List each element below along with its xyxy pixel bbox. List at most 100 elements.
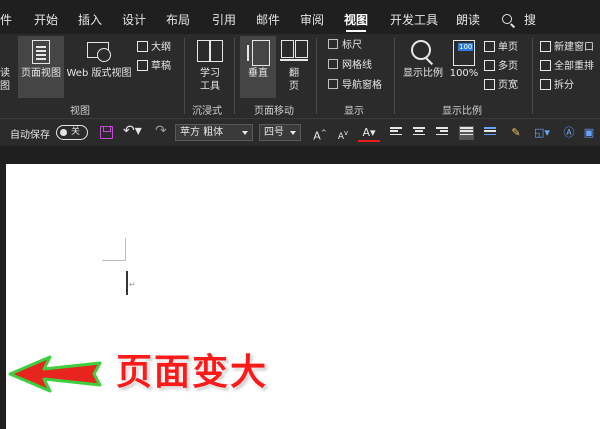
web-layout-icon	[87, 40, 111, 64]
tab-developer[interactable]: 开发工具	[390, 0, 438, 34]
justify-icon[interactable]	[459, 126, 474, 140]
learning-tools-button[interactable]: 学习 工具	[190, 36, 230, 98]
format-painter-icon[interactable]: ✎	[508, 124, 524, 142]
font-size-select[interactable]: 四号	[259, 124, 301, 141]
multiple-pages-button[interactable]: 多页	[484, 59, 518, 75]
zoom-100-icon: 100	[453, 40, 475, 66]
tab-insert[interactable]: 插入	[78, 0, 102, 34]
tab-references[interactable]: 引用	[212, 0, 236, 34]
outline-icon	[137, 41, 148, 52]
one-page-label: 单页	[498, 42, 518, 53]
outline-button[interactable]: 大纲	[137, 40, 171, 56]
align-center-icon[interactable]	[413, 127, 425, 138]
textbox-icon[interactable]: Ⓐ	[562, 124, 576, 142]
one-page-button[interactable]: 单页	[484, 40, 518, 56]
tab-home[interactable]: 开始	[34, 0, 58, 34]
page-view-icon	[32, 40, 50, 64]
page-margin-mark	[102, 260, 126, 261]
group-separator	[394, 38, 395, 114]
tab-view[interactable]: 视图	[344, 0, 368, 34]
checkbox-icon	[328, 59, 338, 69]
split-icon	[540, 79, 551, 90]
zoom-100-badge: 100	[458, 43, 474, 51]
checkbox-icon	[328, 39, 338, 49]
ribbon-tab-bar: 件 开始 插入 设计 布局 引用 邮件 审阅 视图 开发工具 朗读 搜索	[0, 0, 600, 67]
vertical-pages-icon	[247, 40, 270, 66]
shapes-icon[interactable]: ◱▾	[530, 124, 554, 142]
vertical-label: 垂直	[248, 68, 268, 79]
ribbon-view: 读 图 页面视图 Web 版式视图 大纲 草稿 视图 学习 工具 沉浸式 垂直 …	[0, 34, 600, 118]
tab-review[interactable]: 审阅	[300, 0, 324, 34]
annotation-arrow-shape	[8, 355, 102, 393]
tab-mailings[interactable]: 邮件	[256, 0, 280, 34]
side-to-side-button[interactable]: 翻 页	[278, 36, 310, 98]
text-cursor	[126, 271, 128, 295]
learning-tools-label-1: 学习	[200, 68, 220, 79]
shrink-font-icon[interactable]: Av	[334, 124, 352, 142]
arrange-all-button[interactable]: 全部重排	[540, 59, 594, 75]
side-to-side-label-1: 翻	[289, 68, 299, 79]
learning-tools-label-2: 工具	[200, 81, 220, 92]
vertical-button[interactable]: 垂直	[240, 36, 276, 98]
group-label-immersive: 沉浸式	[192, 106, 222, 117]
multiple-pages-icon	[484, 60, 495, 71]
side-to-side-icon	[280, 40, 308, 62]
paragraph-mark-icon: ↵	[129, 280, 136, 289]
new-window-button[interactable]: 新建窗口	[540, 40, 594, 56]
page-width-button[interactable]: 页宽	[484, 78, 518, 94]
navigation-pane-label: 导航窗格	[342, 80, 382, 91]
web-layout-button[interactable]: Web 版式视图	[64, 36, 134, 98]
ruler-checkbox[interactable]: 标尺	[328, 38, 362, 54]
align-right-icon[interactable]	[436, 127, 448, 138]
group-label-zoom: 显示比例	[442, 106, 482, 117]
group-separator	[316, 38, 317, 114]
split-button[interactable]: 拆分	[540, 78, 574, 94]
autosave-state: 关	[71, 127, 81, 137]
one-page-icon	[484, 41, 495, 52]
navigation-pane-checkbox[interactable]: 导航窗格	[328, 78, 382, 94]
font-color-icon[interactable]: A▾	[358, 124, 380, 142]
group-separator	[532, 38, 533, 114]
group-separator	[184, 38, 185, 114]
tab-file[interactable]: 件	[0, 0, 12, 34]
picture-icon[interactable]: ▣	[582, 124, 596, 142]
annotation-text: 页面变大	[116, 352, 269, 393]
group-label-page-movement: 页面移动	[254, 106, 294, 117]
undo-icon[interactable]: ↶▾	[123, 123, 142, 139]
tab-read-aloud[interactable]: 朗读	[456, 0, 480, 34]
tab-layout[interactable]: 布局	[166, 0, 190, 34]
save-icon[interactable]	[100, 126, 113, 139]
font-name-value: 苹方 粗体	[180, 127, 224, 138]
split-label: 拆分	[554, 80, 574, 91]
grow-font-icon[interactable]: A^	[311, 124, 329, 143]
gridlines-checkbox[interactable]: 网格线	[328, 58, 372, 74]
chevron-down-icon	[290, 131, 296, 135]
zoom-label: 显示比例	[403, 68, 443, 79]
font-name-select[interactable]: 苹方 粗体	[175, 124, 253, 141]
print-layout-label: 页面视图	[21, 68, 61, 79]
zoom-100-button[interactable]: 100 100%	[448, 36, 480, 98]
autosave-toggle[interactable]: 关	[56, 125, 88, 140]
read-mode-label-2: 图	[0, 81, 10, 92]
side-to-side-label-2: 页	[289, 81, 299, 92]
arrange-all-icon	[540, 60, 551, 71]
group-label-views: 视图	[70, 106, 90, 117]
draft-button[interactable]: 草稿	[137, 59, 171, 75]
outline-label: 大纲	[151, 42, 171, 53]
page-width-label: 页宽	[498, 80, 518, 91]
new-window-label: 新建窗口	[554, 42, 594, 53]
read-mode-button[interactable]: 读 图	[0, 36, 16, 98]
zoom-100-label: 100%	[449, 68, 479, 79]
tab-design[interactable]: 设计	[122, 0, 146, 34]
redo-icon[interactable]: ↷	[155, 123, 167, 139]
zoom-icon	[411, 40, 435, 64]
read-mode-label-1: 读	[0, 68, 10, 79]
web-layout-label: Web 版式视图	[66, 68, 132, 79]
print-layout-button[interactable]: 页面视图	[18, 36, 64, 98]
distributed-icon[interactable]	[484, 127, 496, 138]
align-left-icon[interactable]	[390, 127, 402, 138]
zoom-button[interactable]: 显示比例	[400, 36, 446, 98]
page-width-icon	[484, 79, 495, 90]
new-window-icon	[540, 41, 551, 52]
font-size-value: 四号	[264, 127, 284, 138]
